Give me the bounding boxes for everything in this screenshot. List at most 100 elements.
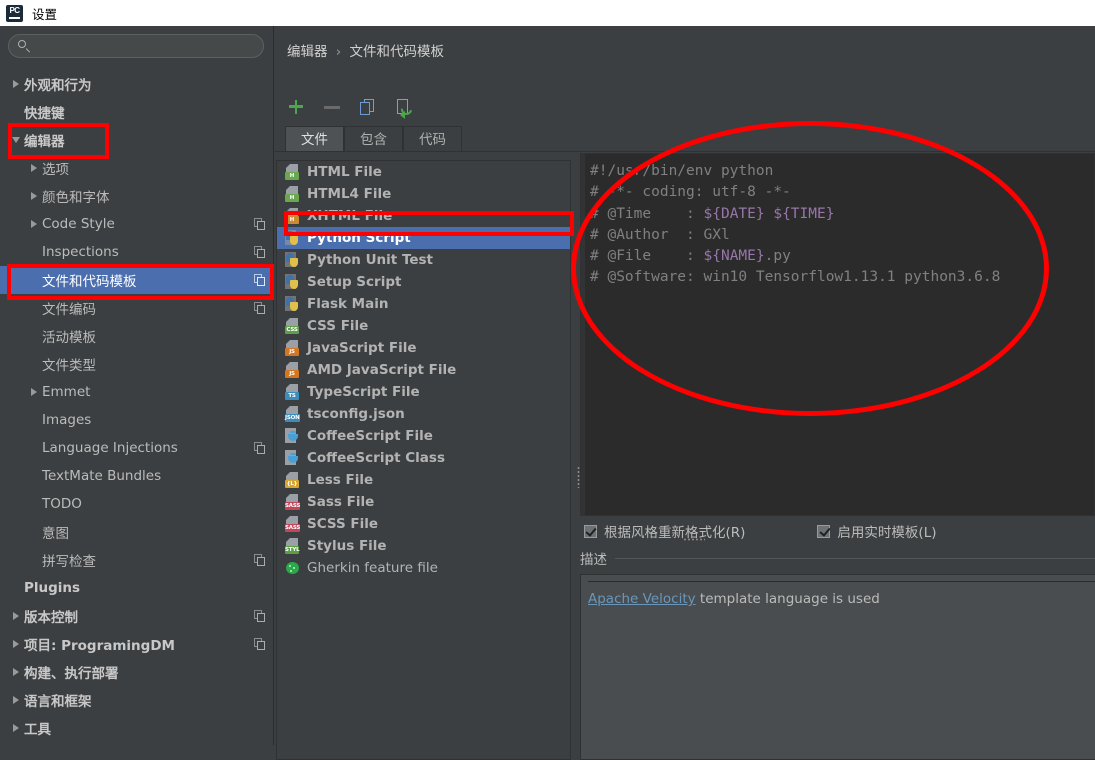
- template-list-item[interactable]: Setup Script: [277, 271, 570, 293]
- sidebar-item-15[interactable]: TODO: [0, 490, 274, 518]
- chevron-expanded-icon[interactable]: [8, 137, 24, 143]
- chevron-collapsed-icon[interactable]: [8, 724, 24, 732]
- resize-grip-icon[interactable]: [683, 538, 705, 543]
- live-templates-checkbox-label: 启用实时模板(L): [837, 525, 937, 541]
- chevron-collapsed-icon[interactable]: [26, 220, 42, 228]
- template-list-item[interactable]: Python Script: [277, 227, 570, 249]
- sidebar-item-16[interactable]: 意图: [0, 518, 274, 546]
- copy-settings-icon[interactable]: [254, 246, 266, 258]
- template-list-item[interactable]: Flask Main: [277, 293, 570, 315]
- html4-file-icon: H: [285, 186, 300, 202]
- sidebar-item-label: Inspections: [42, 244, 119, 260]
- template-list-item[interactable]: JS JavaScript File: [277, 337, 570, 359]
- sidebar-item-21[interactable]: 构建、执行部署: [0, 658, 274, 686]
- template-editor[interactable]: #!/usr/bin/env python # -*- coding: utf-8…: [580, 153, 1095, 516]
- sidebar-item-14[interactable]: TextMate Bundles: [0, 462, 274, 490]
- breadcrumb-root[interactable]: 编辑器: [287, 44, 328, 60]
- chevron-collapsed-icon[interactable]: [8, 80, 24, 88]
- chevron-collapsed-icon[interactable]: [8, 696, 24, 704]
- apache-velocity-link[interactable]: Apache Velocity: [588, 591, 696, 607]
- template-list-item[interactable]: {L} Less File: [277, 469, 570, 491]
- sidebar-item-12[interactable]: Images: [0, 406, 274, 434]
- sidebar-item-label: TODO: [42, 496, 82, 512]
- live-templates-checkbox[interactable]: 启用实时模板(L): [817, 521, 936, 541]
- template-list-item[interactable]: H HTML4 File: [277, 183, 570, 205]
- sidebar-item-label: 文件编码: [42, 302, 96, 318]
- template-list-item[interactable]: CoffeeScript File: [277, 425, 570, 447]
- tab-2[interactable]: 代码: [403, 126, 462, 152]
- sidebar-item-0[interactable]: 外观和行为: [0, 70, 274, 98]
- checkbox-check-icon: [817, 524, 831, 538]
- settings-sidebar: 外观和行为 快捷键 编辑器 选项 颜色和字体 Code Style Inspections 文…: [0, 26, 274, 745]
- sidebar-item-label: TextMate Bundles: [42, 468, 162, 484]
- tab-0[interactable]: 文件: [285, 126, 344, 152]
- sidebar-item-9[interactable]: 活动模板: [0, 322, 274, 350]
- chevron-collapsed-icon[interactable]: [26, 164, 42, 172]
- chevron-collapsed-icon[interactable]: [26, 388, 42, 396]
- sidebar-item-11[interactable]: Emmet: [0, 378, 274, 406]
- chevron-collapsed-icon[interactable]: [8, 668, 24, 676]
- description-box[interactable]: Apache Velocity template language is use…: [580, 574, 1095, 760]
- html-file-icon: H: [285, 164, 300, 180]
- sidebar-item-label: 意图: [42, 526, 69, 542]
- template-list-item[interactable]: JSON tsconfig.json: [277, 403, 570, 425]
- code-line: # @File : ${NAME}.py: [590, 248, 791, 265]
- template-list-item-label: TypeScript File: [307, 384, 420, 400]
- sidebar-item-8[interactable]: 文件编码: [0, 294, 274, 322]
- stylus-file-icon: STYL: [285, 538, 300, 554]
- sidebar-item-1[interactable]: 快捷键: [0, 98, 274, 126]
- sidebar-item-22[interactable]: 语言和框架: [0, 686, 274, 714]
- templates-toolbar: [285, 92, 415, 122]
- template-list-item[interactable]: Python Unit Test: [277, 249, 570, 271]
- copy-template-button[interactable]: [357, 96, 379, 118]
- template-list-item[interactable]: TS TypeScript File: [277, 381, 570, 403]
- copy-settings-icon[interactable]: [254, 638, 266, 650]
- sidebar-item-3[interactable]: 选项: [0, 154, 274, 182]
- copy-settings-icon[interactable]: [254, 610, 266, 622]
- template-list-item[interactable]: JS AMD JavaScript File: [277, 359, 570, 381]
- sidebar-item-2[interactable]: 编辑器: [0, 126, 274, 154]
- sidebar-item-19[interactable]: 版本控制: [0, 602, 274, 630]
- template-list-item[interactable]: Gherkin feature file: [277, 557, 570, 579]
- add-template-button[interactable]: [285, 96, 307, 118]
- sidebar-item-5[interactable]: Code Style: [0, 210, 274, 238]
- template-list-item[interactable]: SASS Sass File: [277, 491, 570, 513]
- sidebar-item-10[interactable]: 文件类型: [0, 350, 274, 378]
- copy-settings-icon[interactable]: [254, 554, 266, 566]
- search-input[interactable]: [31, 39, 263, 53]
- description-body: template language is used: [695, 591, 880, 607]
- gherkin-file-icon: [285, 560, 300, 576]
- window-title: 设置: [32, 6, 58, 22]
- tab-1[interactable]: 包含: [344, 126, 403, 152]
- template-list-item[interactable]: SASS SCSS File: [277, 513, 570, 535]
- reformat-checkbox[interactable]: 根据风格重新格式化(R): [584, 521, 745, 541]
- sidebar-item-4[interactable]: 颜色和字体: [0, 182, 274, 210]
- template-list-item-label: Python Script: [307, 230, 411, 246]
- template-list-item[interactable]: CoffeeScript Class: [277, 447, 570, 469]
- template-list-item[interactable]: H XHTML File: [277, 205, 570, 227]
- copy-settings-icon[interactable]: [254, 274, 266, 286]
- template-list-item[interactable]: STYL Stylus File: [277, 535, 570, 557]
- remove-template-button[interactable]: [321, 96, 343, 118]
- reset-template-button[interactable]: [393, 96, 415, 119]
- template-list-item-label: CoffeeScript File: [307, 428, 433, 444]
- template-list-item[interactable]: H HTML File: [277, 161, 570, 183]
- sidebar-item-23[interactable]: 工具: [0, 714, 274, 742]
- sidebar-item-7[interactable]: 文件和代码模板: [0, 266, 274, 294]
- template-list-item[interactable]: CSS CSS File: [277, 315, 570, 337]
- copy-settings-icon[interactable]: [254, 442, 266, 454]
- sidebar-item-20[interactable]: 项目: ProgramingDM: [0, 630, 274, 658]
- sidebar-item-6[interactable]: Inspections: [0, 238, 274, 266]
- chevron-collapsed-icon[interactable]: [8, 612, 24, 620]
- json-file-icon: JSON: [285, 406, 300, 422]
- sidebar-item-18[interactable]: Plugins: [0, 574, 274, 602]
- chevron-collapsed-icon[interactable]: [26, 192, 42, 200]
- sidebar-item-17[interactable]: 拼写检查: [0, 546, 274, 574]
- search-box[interactable]: [8, 34, 264, 58]
- template-list-item-label: CoffeeScript Class: [307, 450, 445, 466]
- sidebar-item-13[interactable]: Language Injections: [0, 434, 274, 462]
- copy-settings-icon[interactable]: [254, 302, 266, 314]
- copy-settings-icon[interactable]: [254, 218, 266, 230]
- chevron-collapsed-icon[interactable]: [8, 640, 24, 648]
- templates-list[interactable]: H HTML File H HTML4 File H XHTML File Python S…: [276, 160, 571, 760]
